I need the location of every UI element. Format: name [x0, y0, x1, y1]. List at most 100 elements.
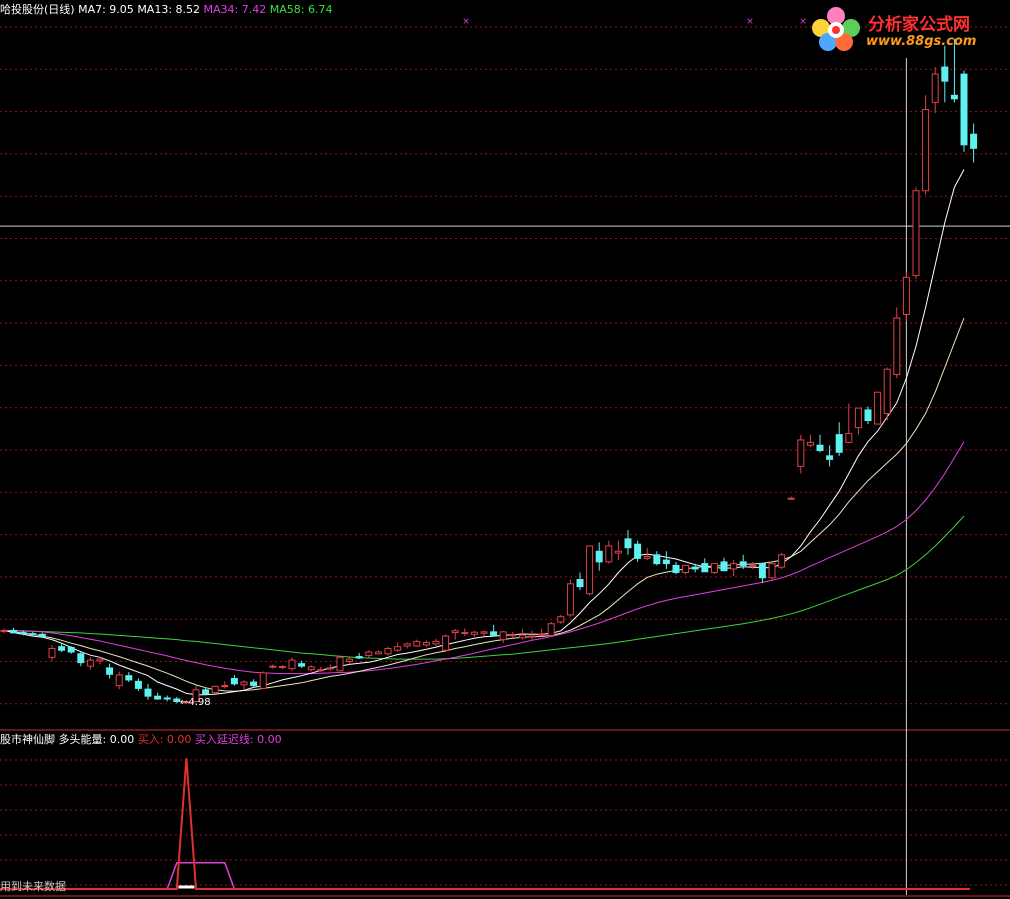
energy-readout: 多头能量: 0.00	[58, 733, 135, 746]
candle-body-down	[576, 579, 584, 588]
candle-body-down	[202, 689, 210, 695]
candle-body-up	[422, 641, 430, 646]
candle-body-down	[125, 675, 133, 681]
candle-body-up	[432, 640, 440, 645]
candle-body-up	[451, 630, 459, 634]
buy-line	[0, 758, 970, 890]
candle-body-down	[595, 550, 603, 563]
candle-body-up	[442, 635, 450, 651]
candle-body-up	[499, 631, 507, 641]
candle-body-down	[250, 681, 258, 687]
candle-body-up	[845, 433, 853, 443]
site-logo: 分析家公式网 www.88gs.com	[806, 2, 1006, 54]
candle-body-down	[173, 698, 181, 702]
candle-body-up	[86, 659, 94, 667]
logo-url: www.88gs.com	[866, 34, 977, 49]
candle-body-down	[106, 667, 114, 675]
candle-body-up	[605, 545, 613, 563]
ma34-readout: MA34: 7.42	[203, 3, 267, 16]
candle-body-up	[710, 563, 718, 573]
candle-body-up	[528, 635, 536, 638]
buy-delay-readout: 买入延迟线: 0.00	[194, 733, 282, 746]
low-price-label: ←4.98	[180, 697, 211, 708]
ma7-readout: MA7: 9.05	[78, 3, 134, 16]
candle-body-down	[739, 561, 747, 566]
candle-body-down	[144, 688, 152, 697]
candle-body-up	[384, 647, 392, 655]
ma58-readout: MA58: 6.74	[269, 3, 333, 16]
candle-body-down	[960, 73, 968, 146]
candle-body-up	[278, 665, 286, 668]
candle-body-down	[826, 455, 834, 460]
candle-body-up	[509, 634, 517, 637]
candle-body-up	[586, 545, 594, 595]
candle-body-up	[48, 647, 56, 658]
candle-body-up	[461, 632, 469, 635]
candle-body-down	[38, 633, 46, 638]
candle-body-up	[912, 190, 920, 277]
candle-body-down	[67, 646, 75, 653]
candle-body-up	[797, 439, 805, 467]
candle-body-down	[864, 409, 872, 421]
candle-body-up	[288, 659, 296, 670]
ma13-readout: MA13: 8.52	[137, 3, 201, 16]
candle-body-down	[230, 678, 238, 685]
indicator-title: 股市神仙脚	[0, 733, 55, 746]
buy-readout: 买入: 0.00	[137, 733, 192, 746]
candle-body-up	[307, 666, 315, 671]
candle-body-up	[480, 631, 488, 634]
candle-body-down	[970, 133, 978, 149]
ma34-line	[4, 441, 965, 675]
candle-body-down	[58, 646, 66, 651]
candle-body-up	[0, 629, 8, 632]
candle-body-up	[806, 441, 814, 446]
candle-body-up	[547, 623, 555, 636]
ma58-line	[4, 515, 965, 660]
signal-marker: ×	[462, 17, 470, 27]
candle-body-up	[557, 616, 565, 623]
main-chart-header: 哈投股份(日线) MA7: 9.05 MA13: 8.52 MA34: 7.42…	[0, 3, 332, 16]
stock-chart[interactable]: × × ×	[0, 0, 1010, 899]
candle-body-down	[653, 554, 661, 565]
candle-body-down	[634, 543, 642, 559]
candle-body-up	[883, 368, 891, 414]
candle-body-down	[691, 566, 699, 570]
candle-body-up	[874, 391, 882, 425]
candle-body-up	[518, 634, 526, 639]
candle-body-down	[298, 663, 306, 667]
candle-body-down	[701, 563, 709, 573]
signal-marker: ×	[746, 17, 754, 27]
candle-body-up	[768, 563, 776, 579]
logo-title: 分析家公式网	[868, 15, 970, 35]
candle-body-up	[931, 73, 939, 103]
candle-body-up	[259, 672, 267, 689]
candle-body-down	[816, 444, 824, 452]
candle-body-up	[682, 564, 690, 573]
flower-logo-icon	[812, 7, 860, 51]
candle-body-down	[163, 697, 171, 700]
candle-body-down	[134, 680, 142, 689]
candle-body-up	[221, 685, 229, 688]
candle-body-up	[893, 317, 901, 376]
candle-body-down	[490, 631, 498, 636]
candle-body-up	[566, 583, 574, 616]
candle-body-up	[470, 631, 478, 635]
candle-body-up	[115, 674, 123, 687]
indicator-header: 股市神仙脚 多头能量: 0.00 买入: 0.00 买入延迟线: 0.00	[0, 733, 282, 746]
candle-body-up	[346, 658, 354, 663]
candle-body-up	[211, 685, 219, 694]
candle-body-down	[19, 632, 27, 635]
future-data-note: 用到未来数据	[0, 880, 66, 893]
candle-body-down	[10, 629, 18, 634]
candle-body-up	[394, 646, 402, 651]
candle-body-up	[922, 108, 930, 192]
candle-body-down	[624, 538, 632, 549]
candle-body-up	[269, 665, 277, 668]
candle-body-up	[787, 497, 795, 500]
candle-body-up	[854, 407, 862, 429]
candle-body-up	[614, 550, 622, 554]
candle-body-down	[662, 559, 670, 565]
candle-body-down	[154, 695, 162, 700]
candle-body-up	[96, 658, 104, 662]
candle-body-down	[77, 653, 85, 664]
